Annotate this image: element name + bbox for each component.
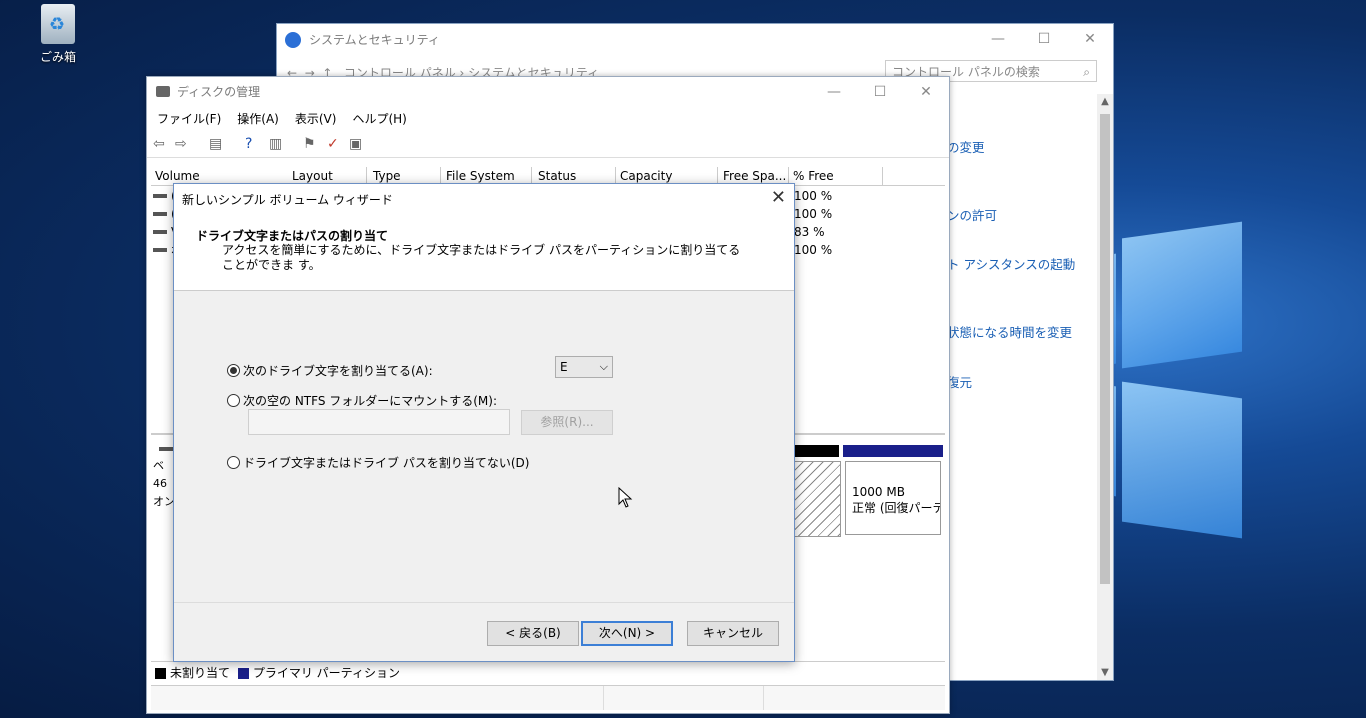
recycle-bin-label: ごみ箱 bbox=[39, 50, 76, 64]
back-button[interactable]: < 戻る(B) bbox=[487, 621, 579, 646]
radio-selected-icon bbox=[227, 364, 240, 377]
close-icon[interactable]: ✕ bbox=[771, 188, 786, 208]
browse-button[interactable]: 参照(R)... bbox=[521, 410, 613, 435]
status-bar bbox=[151, 685, 945, 710]
folder-path-input[interactable] bbox=[248, 409, 510, 435]
assign-letter-radio[interactable]: 次のドライブ文字を割り当てる(A): bbox=[227, 362, 433, 379]
unallocated-swatch bbox=[155, 668, 166, 679]
minimize-button[interactable]: — bbox=[975, 24, 1021, 54]
primary-partition-bar bbox=[843, 445, 943, 457]
menu-help[interactable]: ヘルプ(H) bbox=[344, 107, 414, 131]
disk-icon bbox=[153, 194, 167, 198]
back-icon[interactable]: ⇦ bbox=[153, 136, 165, 152]
next-button[interactable]: 次へ(N) > bbox=[581, 621, 673, 646]
properties-icon[interactable]: ▥ bbox=[269, 136, 282, 152]
col-percent-free[interactable]: % Free bbox=[789, 167, 883, 185]
maximize-button[interactable]: ☐ bbox=[857, 77, 903, 107]
cp-link-3[interactable]: 状態になる時間を変更 bbox=[947, 322, 1072, 341]
menu-bar: ファイル(F) 操作(A) 表示(V) ヘルプ(H) bbox=[147, 107, 949, 131]
cp-link-0[interactable]: の変更 bbox=[947, 137, 985, 156]
radio-icon bbox=[227, 456, 240, 469]
connect-icon[interactable]: ⚑ bbox=[303, 136, 316, 152]
drive-letter-select[interactable]: E ⌵ bbox=[555, 356, 613, 378]
recycle-bin-icon bbox=[41, 4, 75, 44]
maximize-button[interactable]: ☐ bbox=[1021, 24, 1067, 54]
radio-icon bbox=[227, 394, 240, 407]
wizard-description: アクセスを簡単にするために、ドライブ文字またはドライブ パスをパーティションに割… bbox=[222, 243, 741, 272]
cancel-button[interactable]: キャンセル bbox=[687, 621, 779, 646]
recycle-bin[interactable]: ごみ箱 bbox=[28, 4, 88, 65]
cp-link-1[interactable]: ンの許可 bbox=[947, 205, 997, 224]
wizard-footer-divider bbox=[174, 602, 794, 603]
chevron-down-icon: ⌵ bbox=[599, 360, 608, 373]
menu-file[interactable]: ファイル(F) bbox=[149, 107, 229, 131]
partition-size: 1000 MB bbox=[852, 485, 905, 499]
shield-icon bbox=[285, 32, 301, 48]
primary-swatch bbox=[237, 668, 249, 679]
disk-icon bbox=[159, 447, 173, 451]
close-button[interactable]: ✕ bbox=[903, 77, 949, 107]
menu-action[interactable]: 操作(A) bbox=[229, 107, 287, 131]
settings-icon[interactable]: ▣ bbox=[349, 136, 362, 152]
help-icon[interactable]: ? bbox=[245, 136, 252, 152]
minimize-button[interactable]: — bbox=[811, 77, 857, 107]
cp-link-2[interactable]: ト アシスタンスの起動 bbox=[947, 254, 1075, 273]
disk-management-titlebar: ディスクの管理 — ☐ ✕ bbox=[147, 77, 949, 107]
checklist-icon[interactable]: ✓ bbox=[327, 136, 339, 152]
recovery-partition[interactable]: 1000 MB 正常 (回復パーテ bbox=[845, 461, 941, 535]
control-panel-title: システムとセキュリティ bbox=[309, 33, 440, 47]
wizard-heading: ドライブ文字またはパスの割り当て bbox=[196, 229, 389, 243]
disk-management-icon bbox=[156, 86, 170, 97]
forward-icon[interactable]: ⇨ bbox=[175, 136, 187, 152]
unallocated-bar bbox=[793, 445, 839, 457]
disk-management-title: ディスクの管理 bbox=[177, 85, 261, 99]
unallocated-partition[interactable] bbox=[793, 461, 841, 537]
legend: 未割り当て プライマリ パーティション bbox=[151, 661, 945, 684]
new-simple-volume-wizard: 新しいシンプル ボリューム ウィザード ✕ ドライブ文字またはパスの割り当て ア… bbox=[173, 183, 795, 662]
scroll-down-icon[interactable]: ▼ bbox=[1097, 667, 1113, 678]
disk-icon bbox=[153, 212, 167, 216]
wizard-title: 新しいシンプル ボリューム ウィザード bbox=[182, 193, 393, 207]
menu-view[interactable]: 表示(V) bbox=[287, 107, 345, 131]
scroll-thumb[interactable] bbox=[1100, 114, 1110, 584]
console-tree-icon[interactable]: ▤ bbox=[209, 136, 222, 152]
disk-icon bbox=[153, 248, 167, 252]
cp-link-4[interactable]: 復元 bbox=[947, 372, 972, 391]
wizard-header: 新しいシンプル ボリューム ウィザード ✕ ドライブ文字またはパスの割り当て ア… bbox=[174, 184, 794, 291]
disk-icon bbox=[153, 230, 167, 234]
control-panel-titlebar: システムとセキュリティ — ☐ ✕ bbox=[277, 24, 1113, 56]
partition-status: 正常 (回復パーテ bbox=[852, 501, 941, 515]
toolbar: ⇦ ⇨ ▤ ? ▥ ⚑ ✓ ▣ bbox=[147, 131, 949, 158]
mount-folder-radio[interactable]: 次の空の NTFS フォルダーにマウントする(M): bbox=[227, 392, 497, 409]
no-letter-radio[interactable]: ドライブ文字またはドライブ パスを割り当てない(D) bbox=[227, 454, 529, 471]
vertical-scrollbar[interactable]: ▲ ▼ bbox=[1097, 94, 1113, 680]
scroll-up-icon[interactable]: ▲ bbox=[1097, 96, 1113, 107]
close-button[interactable]: ✕ bbox=[1067, 24, 1113, 54]
mouse-cursor-icon bbox=[618, 487, 633, 508]
search-icon: ⌕ bbox=[1083, 65, 1090, 79]
